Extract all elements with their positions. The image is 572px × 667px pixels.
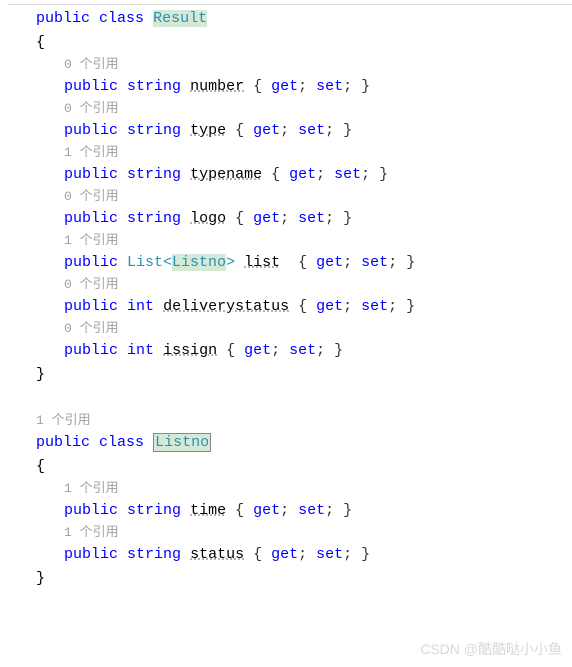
blank-line [8, 387, 572, 411]
property-name: type [190, 122, 226, 139]
property-declaration: public int issign { get; set; } [8, 339, 572, 363]
codelens-references[interactable]: 0 个引用 [8, 99, 572, 119]
class-declaration: public class Listno [8, 431, 572, 455]
property-name: list [244, 254, 280, 271]
codelens-references[interactable]: 1 个引用 [8, 231, 572, 251]
property-declaration: public string number { get; set; } [8, 75, 572, 99]
open-brace: { [8, 31, 572, 55]
code-area[interactable]: public class Result { 0 个引用 public strin… [8, 7, 572, 591]
property-declaration: public string typename { get; set; } [8, 163, 572, 187]
codelens-references[interactable]: 1 个引用 [8, 523, 572, 543]
property-name: deliverystatus [163, 298, 289, 315]
keyword-class: class [99, 10, 144, 27]
property-name: logo [190, 210, 226, 227]
top-border [8, 4, 572, 5]
keyword-public: public [36, 10, 90, 27]
property-name: issign [163, 342, 217, 359]
property-name: time [190, 502, 226, 519]
class-name: Listno [153, 433, 211, 452]
keyword-public: public [36, 434, 90, 451]
class-declaration: public class Result [8, 7, 572, 31]
property-declaration: public string type { get; set; } [8, 119, 572, 143]
type-string: string [127, 78, 181, 95]
keyword-class: class [99, 434, 144, 451]
codelens-references[interactable]: 0 个引用 [8, 319, 572, 339]
property-name: number [190, 78, 244, 95]
close-brace: } [8, 363, 572, 387]
property-declaration: public string status { get; set; } [8, 543, 572, 567]
codelens-references[interactable]: 0 个引用 [8, 187, 572, 207]
codelens-references[interactable]: 1 个引用 [8, 411, 572, 431]
open-brace: { [8, 455, 572, 479]
close-brace: } [8, 567, 572, 591]
type-list: List< [127, 254, 172, 271]
keyword-public: public [64, 78, 118, 95]
property-name: typename [190, 166, 262, 183]
property-name: status [190, 546, 244, 563]
property-declaration: public string time { get; set; } [8, 499, 572, 523]
codelens-references[interactable]: 0 个引用 [8, 275, 572, 295]
codelens-references[interactable]: 1 个引用 [8, 479, 572, 499]
property-declaration: public string logo { get; set; } [8, 207, 572, 231]
type-listno: Listno [172, 254, 226, 271]
watermark: CSDN @酷酷哒小小鱼 [420, 639, 562, 659]
property-declaration: public List<Listno> list { get; set; } [8, 251, 572, 275]
codelens-references[interactable]: 0 个引用 [8, 55, 572, 75]
class-name: Result [153, 10, 207, 27]
codelens-references[interactable]: 1 个引用 [8, 143, 572, 163]
property-declaration: public int deliverystatus { get; set; } [8, 295, 572, 319]
